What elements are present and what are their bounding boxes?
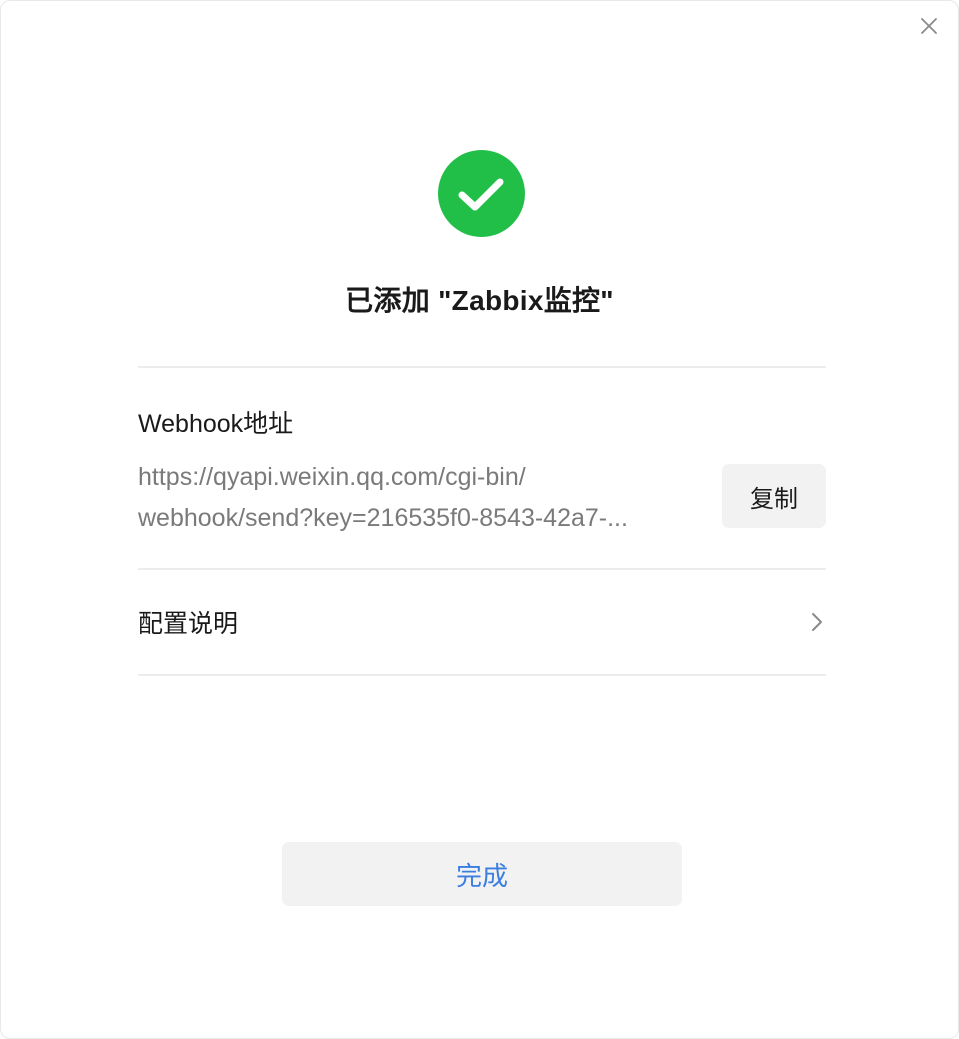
webhook-url: https://qyapi.weixin.qq.com/cgi-bin/ web… xyxy=(138,457,698,539)
check-circle-icon xyxy=(438,150,525,237)
close-icon xyxy=(921,18,937,34)
copy-button[interactable]: 复制 xyxy=(722,464,826,528)
chevron-right-icon xyxy=(812,613,822,631)
add-webhook-success-dialog: 已添加 "Zabbix监控" Webhook地址 https://qyapi.w… xyxy=(0,0,959,1039)
divider-top xyxy=(138,366,826,368)
webhook-url-line2: webhook/send?key=216535f0-8543-42a7-... xyxy=(138,504,628,532)
config-instructions-row[interactable]: 配置说明 xyxy=(138,570,826,674)
dialog-title: 已添加 "Zabbix监控" xyxy=(345,285,614,316)
done-button[interactable]: 完成 xyxy=(282,842,682,906)
close-button[interactable] xyxy=(916,13,942,39)
webhook-url-line1: https://qyapi.weixin.qq.com/cgi-bin/ xyxy=(138,463,526,491)
divider-bottom xyxy=(138,674,826,676)
config-instructions-label: 配置说明 xyxy=(138,610,239,638)
webhook-label: Webhook地址 xyxy=(138,410,294,438)
